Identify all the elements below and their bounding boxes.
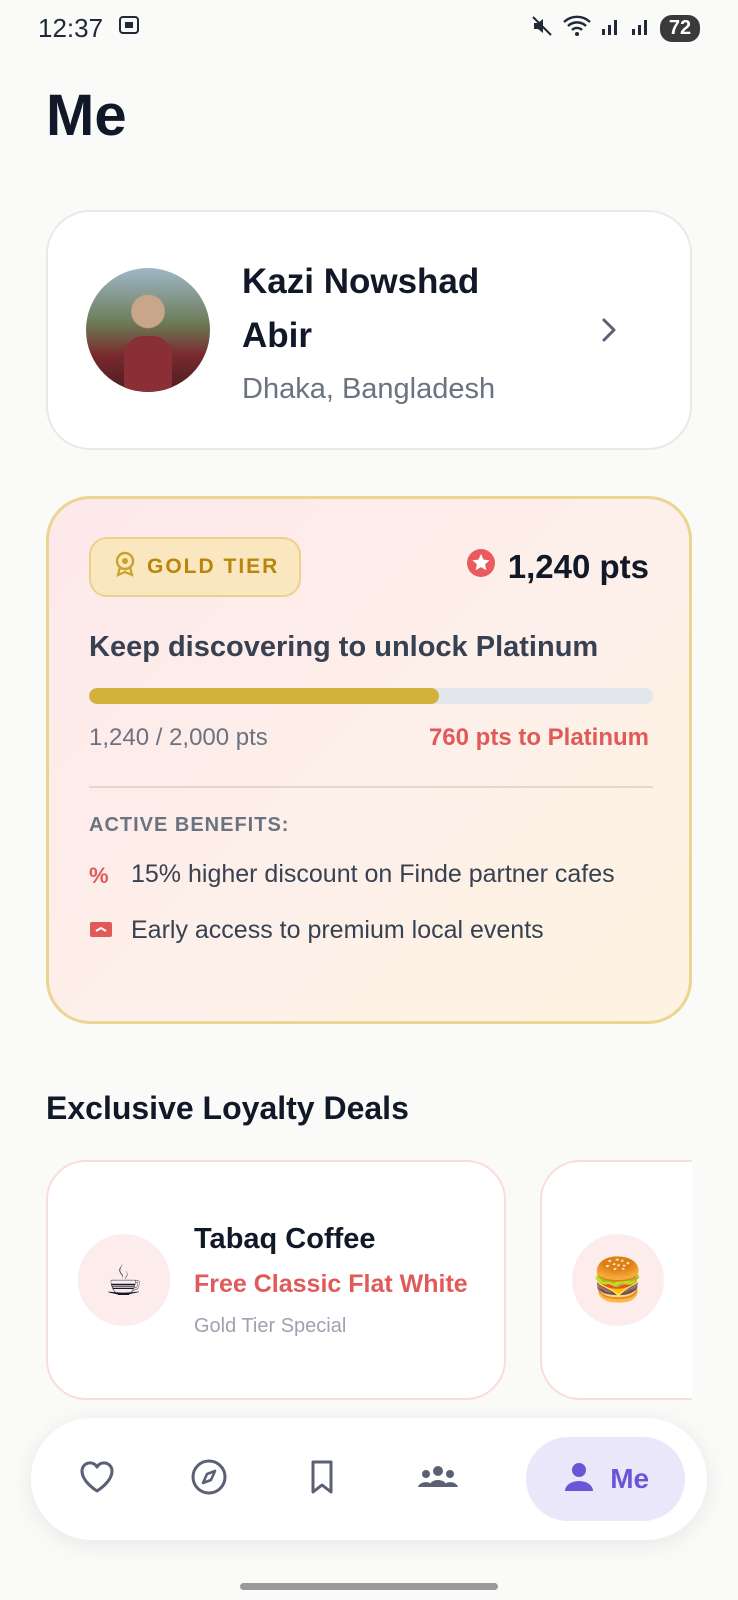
- chevron-right-icon[interactable]: [594, 315, 624, 345]
- nav-community[interactable]: [414, 1437, 526, 1521]
- profile-card[interactable]: Kazi Nowshad Abir Dhaka, Bangladesh: [46, 210, 692, 450]
- tier-points: 1,240 pts: [466, 548, 649, 586]
- nav-me-label: Me: [610, 1463, 650, 1494]
- coffee-icon: ☕: [78, 1234, 170, 1326]
- star-icon: [466, 548, 496, 586]
- profile-name: Kazi Nowshad Abir: [242, 261, 480, 355]
- deal-name: Tabaq Coffee: [194, 1222, 376, 1255]
- signal-icon: [600, 15, 622, 42]
- deals-title: Exclusive Loyalty Deals: [46, 1090, 409, 1126]
- battery-indicator: 72: [660, 14, 700, 42]
- user-icon: [562, 1459, 596, 1500]
- bottom-nav: Me: [31, 1418, 707, 1540]
- avatar: [86, 268, 210, 392]
- deals-carousel[interactable]: ☕ Tabaq Coffee Free Classic Flat White G…: [46, 1160, 692, 1400]
- benefits-title: ACTIVE BENEFITS:: [89, 814, 290, 836]
- tier-badge: GOLD TIER: [89, 537, 302, 597]
- benefit-text: 15% higher discount on Finde partner caf…: [131, 860, 615, 888]
- medal-icon: [113, 551, 137, 583]
- deal-card[interactable]: ☕ Tabaq Coffee Free Classic Flat White G…: [46, 1160, 506, 1400]
- tier-progress-fill: [89, 688, 439, 704]
- bookmark-icon: [302, 1457, 342, 1502]
- heart-icon: [77, 1457, 117, 1502]
- status-bar: 12:37 72: [0, 0, 738, 56]
- home-indicator[interactable]: [240, 1583, 498, 1590]
- tier-points-value: 1,240 pts: [507, 548, 649, 585]
- progress-current: 1,240 / 2,000 pts: [89, 724, 268, 751]
- people-icon: [414, 1457, 462, 1502]
- tier-card: GOLD TIER 1,240 pts Keep discovering to …: [46, 496, 692, 1024]
- page-title: Me: [46, 83, 127, 148]
- progress-remaining: 760 pts to Platinum: [428, 724, 649, 751]
- divider: [89, 786, 653, 788]
- tier-progress-bar: [89, 688, 653, 704]
- burger-icon: 🍔: [572, 1234, 664, 1326]
- screenshot-icon: [117, 13, 141, 44]
- deal-card[interactable]: 🍔: [540, 1160, 692, 1400]
- compass-icon: [189, 1457, 229, 1502]
- nav-me[interactable]: Me: [526, 1437, 686, 1521]
- nav-saved[interactable]: [302, 1437, 414, 1521]
- signal-icon-2: [630, 15, 652, 42]
- profile-info: Kazi Nowshad Abir Dhaka, Bangladesh: [242, 255, 594, 406]
- profile-location: Dhaka, Bangladesh: [242, 372, 496, 405]
- benefit-item: % 15% higher discount on Finde partner c…: [89, 855, 649, 893]
- deal-offer: Free Classic Flat White: [194, 1269, 468, 1298]
- tier-headline: Keep discovering to unlock Platinum: [89, 631, 599, 663]
- deal-tag: Gold Tier Special: [194, 1314, 347, 1337]
- wifi-icon: [562, 14, 592, 43]
- ticket-icon: [89, 911, 131, 945]
- benefit-text: Early access to premium local events: [131, 916, 544, 944]
- status-time: 12:37: [38, 12, 104, 43]
- nav-favorites[interactable]: [77, 1437, 189, 1521]
- percent-icon: %: [89, 863, 109, 888]
- mute-icon: [530, 14, 554, 43]
- nav-explore[interactable]: [189, 1437, 301, 1521]
- benefit-item: Early access to premium local events: [89, 911, 649, 949]
- tier-badge-label: GOLD TIER: [147, 555, 280, 578]
